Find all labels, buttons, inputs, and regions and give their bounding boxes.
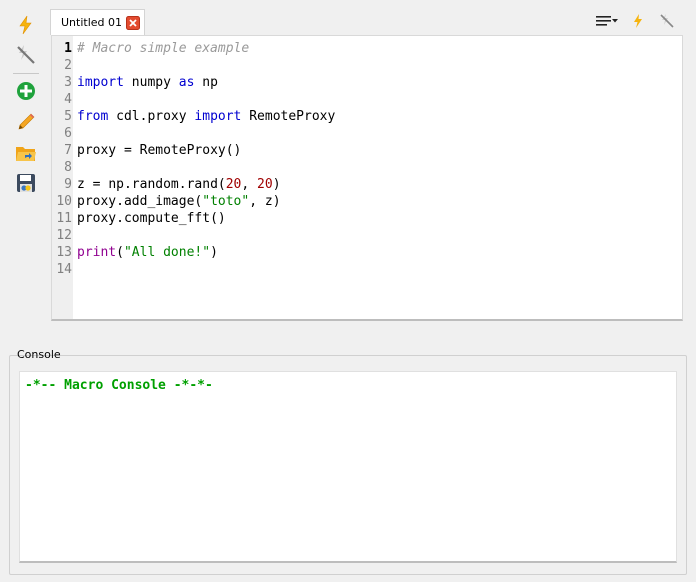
code-line: 7 proxy = RemoteProxy()	[52, 142, 241, 159]
code-text: z = np.random.rand(20, 20)	[77, 177, 281, 192]
import-macro-icon[interactable]	[13, 140, 39, 166]
line-number: 5	[64, 109, 72, 124]
code-line: 5 from cdl.proxy import RemoteProxy	[52, 108, 335, 125]
code-text: import numpy as np	[77, 75, 218, 90]
new-macro-icon[interactable]	[13, 78, 39, 104]
console-output[interactable]: -*-- Macro Console -*-*-	[19, 371, 677, 563]
code-line: 9 z = np.random.rand(20, 20)	[52, 176, 280, 193]
run-icon[interactable]	[628, 10, 648, 32]
code-text: # Macro simple example	[77, 41, 250, 56]
export-macro-icon[interactable]	[13, 170, 39, 196]
line-number: 7	[64, 143, 72, 158]
line-number: 14	[56, 262, 72, 277]
code-line: 11 proxy.compute_fft()	[52, 210, 225, 227]
code-line: 13 print("All done!")	[52, 244, 218, 261]
stop-macro-icon[interactable]	[13, 42, 39, 68]
tab-label: Untitled 01	[61, 16, 123, 29]
code-line: 3 import numpy as np	[52, 74, 218, 91]
code-line: 12	[52, 227, 73, 244]
line-number: 12	[56, 228, 72, 243]
line-number: 11	[56, 211, 72, 226]
line-number: 1	[64, 41, 72, 56]
toolbar-separator	[13, 73, 39, 74]
code-text: from cdl.proxy import RemoteProxy	[77, 109, 336, 124]
code-text: proxy = RemoteProxy()	[77, 143, 242, 158]
tab-untitled-01[interactable]: Untitled 01	[50, 9, 145, 35]
code-editor[interactable]: 1 # Macro simple example 2 3 import numpy as…	[51, 35, 683, 321]
run-macro-icon[interactable]	[13, 12, 39, 38]
code-line: 8	[52, 159, 73, 176]
code-text: proxy.compute_fft()	[77, 211, 226, 226]
line-number: 13	[56, 245, 72, 260]
console-banner: -*-- Macro Console -*-*-	[25, 378, 213, 393]
code-line: 10 proxy.add_image("toto", z)	[52, 193, 280, 210]
line-number: 2	[64, 58, 72, 73]
line-number: 3	[64, 75, 72, 90]
code-text: print("All done!")	[77, 245, 218, 260]
line-number: 10	[56, 194, 72, 209]
code-line: 4	[52, 91, 73, 108]
line-number: 6	[64, 126, 72, 141]
console-label: Console	[17, 348, 61, 361]
code-line: 14	[52, 261, 73, 278]
close-tab-icon[interactable]	[126, 15, 141, 30]
code-line: 2	[52, 57, 73, 74]
line-number: 8	[64, 160, 72, 175]
code-text: proxy.add_image("toto", z)	[77, 194, 281, 209]
line-number: 4	[64, 92, 72, 107]
line-number: 9	[64, 177, 72, 192]
rename-macro-icon[interactable]	[13, 109, 39, 135]
menu-icon[interactable]	[594, 10, 620, 32]
code-line: 6	[52, 125, 73, 142]
code-line: 1 # Macro simple example	[52, 40, 249, 57]
stop-icon[interactable]	[657, 10, 677, 32]
